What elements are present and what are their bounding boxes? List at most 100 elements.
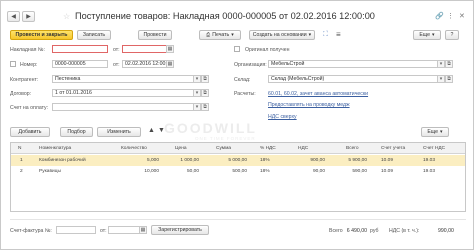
footer-divider bbox=[10, 219, 466, 220]
move-up-icon[interactable]: ▲ bbox=[148, 127, 155, 134]
post-and-close-button[interactable]: Провести и закрыть bbox=[10, 30, 73, 40]
chevron-down-icon[interactable]: ▾ bbox=[193, 89, 201, 97]
change-button[interactable]: Изменить bbox=[97, 127, 141, 137]
contract-label: Договор: bbox=[10, 91, 32, 97]
table-more-label: Еще bbox=[427, 129, 438, 135]
cell-item: Рукавицы bbox=[39, 169, 61, 174]
col-header-price[interactable]: Цена bbox=[175, 146, 187, 151]
chevron-down-icon[interactable]: ▾ bbox=[193, 103, 201, 111]
create-based-on-button[interactable]: Создать на основании ▾ bbox=[249, 30, 315, 40]
link-icon[interactable]: 🔗 bbox=[435, 12, 444, 20]
register-button[interactable]: Зарегистрировать bbox=[151, 225, 209, 235]
cell-price: 50,00 bbox=[186, 169, 199, 174]
add-row-button[interactable]: Добавить bbox=[10, 127, 50, 137]
number-input[interactable]: 0000-000005 bbox=[52, 60, 108, 68]
structure-icon[interactable]: ⛶ bbox=[323, 31, 328, 39]
forward-button[interactable]: ▶ bbox=[22, 11, 35, 22]
table-more-button[interactable]: Еще ▾ bbox=[421, 127, 449, 137]
cell-account: 10.09 bbox=[381, 169, 394, 174]
back-button[interactable]: ◀ bbox=[7, 11, 20, 22]
number-checkbox[interactable] bbox=[10, 61, 16, 67]
cell-vat: 900,00 bbox=[310, 158, 325, 163]
chevron-down-icon[interactable]: ▾ bbox=[193, 75, 201, 83]
cell-price: 1 000,00 bbox=[180, 158, 199, 163]
save-button[interactable]: Записать bbox=[77, 30, 111, 40]
organization-input[interactable]: МебельСтрой bbox=[268, 60, 438, 68]
col-header-account[interactable]: Счет учета bbox=[381, 146, 405, 151]
invoice-footer-date-input[interactable] bbox=[108, 226, 140, 234]
invoice-number-input[interactable] bbox=[52, 45, 108, 53]
page-title: Поступление товаров: Накладная 0000-0000… bbox=[75, 11, 375, 21]
cell-vat-account: 19.03 bbox=[423, 169, 436, 174]
total-value: 6 490,00 bbox=[346, 228, 367, 234]
calendar-icon[interactable]: ▦ bbox=[166, 60, 174, 68]
col-header-total[interactable]: Всего bbox=[346, 146, 359, 151]
select-items-button[interactable]: Подбор bbox=[60, 127, 93, 137]
original-received-checkbox[interactable] bbox=[234, 46, 240, 52]
open-icon[interactable]: ⧉ bbox=[445, 75, 453, 83]
invoice-footer-date-label: от: bbox=[100, 228, 107, 234]
post-button[interactable]: Провести bbox=[138, 30, 172, 40]
cell-vat-account: 19.03 bbox=[423, 158, 436, 163]
print-button[interactable]: ⎙ Печать ▾ bbox=[199, 30, 241, 40]
vat-link[interactable]: НДС сверху bbox=[268, 114, 297, 120]
close-icon[interactable]: ✕ bbox=[459, 12, 465, 20]
chevron-down-icon: ▾ bbox=[431, 32, 435, 38]
watermark: GOODWILL bbox=[164, 120, 257, 136]
cell-vat: 90,00 bbox=[312, 169, 325, 174]
cell-vat-rate: 18% bbox=[260, 169, 270, 174]
col-header-vat-account[interactable]: Счет НДС bbox=[423, 146, 445, 151]
open-icon[interactable]: ⧉ bbox=[201, 75, 209, 83]
list-icon[interactable]: ≡ bbox=[336, 30, 341, 39]
counterparty-input[interactable]: Пестеника bbox=[52, 75, 194, 83]
open-icon[interactable]: ⧉ bbox=[201, 89, 209, 97]
invoice-number-label: Накладная №: bbox=[10, 47, 45, 53]
cell-sum: 5 000,00 bbox=[228, 158, 247, 163]
settlements-link[interactable]: 60.01, 60.02, зачет аванса автоматически bbox=[268, 91, 368, 97]
invoice-date-input[interactable] bbox=[122, 45, 167, 53]
chevron-down-icon: ▾ bbox=[231, 32, 234, 38]
move-down-icon[interactable]: ▼ bbox=[158, 127, 165, 134]
calendar-icon[interactable]: ▦ bbox=[139, 226, 147, 234]
cell-vat-rate: 18% bbox=[260, 158, 270, 163]
warehouse-input[interactable]: Склад (МебельСтрой) bbox=[268, 75, 438, 83]
more-button[interactable]: Еще ▾ bbox=[413, 30, 441, 40]
col-header-vat-rate[interactable]: % НДС bbox=[260, 146, 276, 151]
invoice-footer-label: Счет-фактура №: bbox=[10, 228, 52, 234]
vat-total-value: 990,00 bbox=[438, 228, 454, 234]
cell-account: 10.09 bbox=[381, 158, 394, 163]
col-header-n[interactable]: N bbox=[18, 146, 21, 151]
calendar-icon[interactable]: ▦ bbox=[166, 45, 174, 53]
help-button[interactable]: ? bbox=[445, 30, 459, 40]
table-header: N Номенклатура Количество Цена Сумма % Н… bbox=[11, 143, 465, 154]
document-window: ◀ ▶ ☆ Поступление товаров: Накладная 000… bbox=[0, 0, 474, 250]
title-bar: ◀ ▶ ☆ Поступление товаров: Накладная 000… bbox=[7, 7, 469, 25]
col-header-item[interactable]: Номенклатура bbox=[39, 146, 71, 151]
arrow-right-icon: ▶ bbox=[26, 14, 31, 20]
printer-icon: ⎙ bbox=[206, 31, 211, 38]
open-icon[interactable]: ⧉ bbox=[201, 103, 209, 111]
warehouse-label: Склад: bbox=[234, 77, 251, 83]
col-header-sum[interactable]: Сумма bbox=[216, 146, 231, 151]
counterparty-label: Контрагент: bbox=[10, 77, 39, 83]
invoice-date-label: от: bbox=[113, 47, 120, 53]
chevron-down-icon[interactable]: ▾ bbox=[437, 60, 445, 68]
table-row[interactable]: 1 Комбинезон рабочий 5,000 1 000,00 5 00… bbox=[11, 155, 465, 166]
col-header-quantity[interactable]: Количество bbox=[121, 146, 147, 151]
favorite-star-icon[interactable]: ☆ bbox=[63, 12, 70, 21]
cell-item: Комбинезон рабочий bbox=[39, 158, 86, 163]
chevron-down-icon[interactable]: ▾ bbox=[437, 75, 445, 83]
open-icon[interactable]: ⧉ bbox=[445, 60, 453, 68]
table-row[interactable]: 2 Рукавицы 10,000 50,00 500,00 18% 90,00… bbox=[11, 166, 465, 177]
contract-input[interactable]: 1 от 01.01.2016 bbox=[52, 89, 194, 97]
original-received-label: Оригинал получен bbox=[245, 47, 290, 53]
payment-account-link[interactable]: Предоставлять на проводку медж bbox=[268, 102, 350, 108]
cell-total: 590,00 bbox=[352, 169, 367, 174]
payment-account-label: Счет на оплату: bbox=[10, 105, 49, 111]
col-header-vat[interactable]: НДС bbox=[298, 146, 308, 151]
date-input[interactable]: 02.02.2016 12:00:00 bbox=[122, 60, 167, 68]
cell-sum: 500,00 bbox=[232, 169, 247, 174]
payment-account-input[interactable] bbox=[52, 103, 194, 111]
invoice-footer-number-input[interactable] bbox=[56, 226, 96, 234]
menu-icon[interactable]: ⋮ bbox=[447, 12, 454, 20]
